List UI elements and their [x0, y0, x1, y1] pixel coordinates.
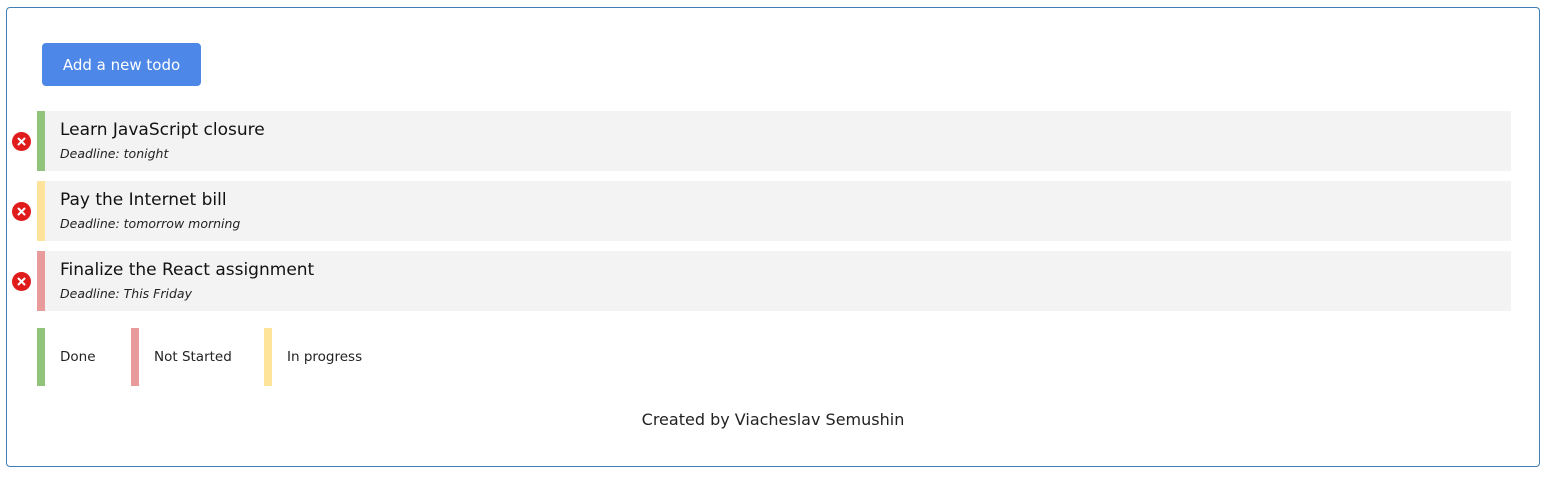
todo-row: Pay the Internet bill Deadline: tomorrow… [7, 181, 1539, 241]
todo-card[interactable]: Finalize the React assignment Deadline: … [37, 251, 1511, 311]
todo-deadline: Deadline: tomorrow morning [60, 216, 241, 231]
todo-app-frame: Add a new todo Learn JavaScript closure … [6, 7, 1540, 467]
legend-item-not-started: Not Started [131, 328, 264, 386]
delete-todo-icon[interactable] [12, 132, 31, 151]
legend-label: In progress [287, 349, 363, 365]
todo-card[interactable]: Pay the Internet bill Deadline: tomorrow… [37, 181, 1511, 241]
todo-card[interactable]: Learn JavaScript closure Deadline: tonig… [37, 111, 1511, 171]
close-icon [17, 277, 26, 286]
delete-todo-icon[interactable] [12, 202, 31, 221]
todo-title: Learn JavaScript closure [60, 120, 265, 140]
close-icon [17, 137, 26, 146]
add-todo-button[interactable]: Add a new todo [42, 43, 201, 86]
delete-todo-icon[interactable] [12, 272, 31, 291]
legend-item-in-progress: In progress [264, 328, 394, 386]
todo-title: Pay the Internet bill [60, 190, 227, 210]
todo-deadline: Deadline: This Friday [60, 286, 192, 301]
todo-list: Learn JavaScript closure Deadline: tonig… [7, 111, 1539, 321]
todo-row: Learn JavaScript closure Deadline: tonig… [7, 111, 1539, 171]
close-icon [17, 207, 26, 216]
legend-item-done: Done [37, 328, 131, 386]
todo-row: Finalize the React assignment Deadline: … [7, 251, 1539, 311]
legend-label: Done [60, 349, 96, 365]
todo-deadline: Deadline: tonight [60, 146, 169, 161]
footer-credit: Created by Viacheslav Semushin [641, 410, 905, 429]
legend-label: Not Started [154, 349, 232, 365]
todo-title: Finalize the React assignment [60, 260, 315, 280]
status-legend: Done Not Started In progress [37, 328, 394, 386]
